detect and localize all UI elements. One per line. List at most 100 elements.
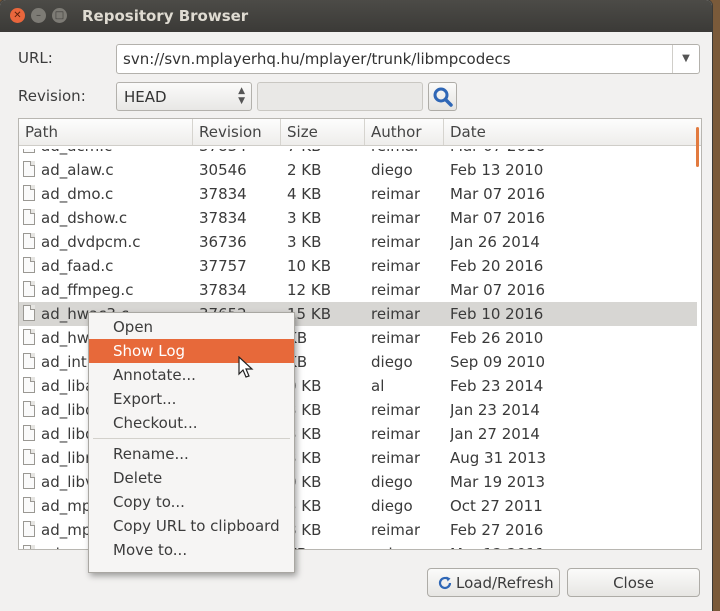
file-icon bbox=[23, 521, 35, 537]
cell-date: Aug 31 2013 bbox=[450, 449, 547, 467]
menu-item-copy-url-to-clipboard[interactable]: Copy URL to clipboard bbox=[89, 514, 294, 538]
menu-item-annotate[interactable]: Annotate... bbox=[89, 363, 294, 387]
title-bar[interactable]: ✕ – □ Repository Browser bbox=[0, 0, 712, 32]
close-window-icon[interactable]: ✕ bbox=[10, 8, 25, 23]
cell-path: ad_dmo.c bbox=[41, 185, 114, 203]
cell-size: 3 KB bbox=[287, 233, 322, 251]
cell-date: Jan 26 2014 bbox=[450, 233, 540, 251]
menu-item-export[interactable]: Export... bbox=[89, 387, 294, 411]
menu-item-checkout[interactable]: Checkout... bbox=[89, 411, 294, 435]
cell-author: reimar bbox=[371, 281, 421, 299]
cell-date: Jan 23 2014 bbox=[450, 401, 540, 419]
cell-path: ad_libv bbox=[41, 473, 94, 491]
file-icon bbox=[23, 329, 35, 345]
cell-revision: 37757 bbox=[199, 257, 247, 275]
maximize-window-icon[interactable]: □ bbox=[52, 8, 67, 23]
column-header-revision[interactable]: Revision bbox=[193, 119, 281, 145]
file-icon bbox=[23, 281, 35, 297]
cell-author: diego bbox=[371, 473, 413, 491]
cell-revision: 30546 bbox=[199, 161, 247, 179]
cell-date: Oct 27 2011 bbox=[450, 497, 543, 515]
context-menu: Open Show Log Annotate... Export... Checkout… bbox=[88, 312, 295, 573]
file-icon bbox=[23, 545, 35, 549]
menu-item-rename[interactable]: Rename... bbox=[89, 442, 294, 466]
cell-date: Mar 19 2013 bbox=[450, 473, 546, 491]
table-row[interactable]: ad_faad.c 37757 10 KB reimar Feb 20 2016 bbox=[19, 254, 697, 278]
cell-author: reimar bbox=[371, 185, 421, 203]
close-button[interactable]: Close bbox=[567, 568, 700, 597]
cell-author: reimar bbox=[371, 305, 421, 323]
menu-item-copy-to[interactable]: Copy to... bbox=[89, 490, 294, 514]
cell-size: 4 KB bbox=[287, 185, 322, 203]
cell-author: reimar bbox=[371, 449, 421, 467]
window-title: Repository Browser bbox=[82, 7, 249, 25]
list-header: Path Revision Size Author Date bbox=[19, 119, 701, 146]
file-icon bbox=[23, 401, 35, 417]
file-icon bbox=[23, 161, 35, 177]
cell-revision: 37834 bbox=[199, 281, 247, 299]
cell-path: ad_liba bbox=[41, 377, 95, 395]
cell-date: Jan 27 2014 bbox=[450, 425, 540, 443]
url-label: URL: bbox=[18, 49, 53, 67]
menu-item-delete[interactable]: Delete bbox=[89, 466, 294, 490]
menu-item-open[interactable]: Open bbox=[89, 315, 294, 339]
file-icon bbox=[23, 305, 35, 321]
cell-author: diego bbox=[371, 353, 413, 371]
file-icon bbox=[23, 449, 35, 465]
cell-path: ad_mp bbox=[41, 497, 92, 515]
cell-path: ad_mp bbox=[41, 521, 92, 539]
revision-select[interactable]: HEAD ▲ ▼ bbox=[116, 82, 252, 111]
cell-date: Feb 20 2016 bbox=[450, 257, 544, 275]
url-combobox[interactable]: svn://svn.mplayerhq.hu/mplayer/trunk/lib… bbox=[116, 44, 700, 74]
cell-author: reimar bbox=[371, 329, 421, 347]
column-header-author[interactable]: Author bbox=[365, 119, 444, 145]
cell-path: ad_libr bbox=[41, 449, 92, 467]
file-icon bbox=[23, 209, 35, 225]
cell-path: ad_libd bbox=[41, 401, 95, 419]
url-value[interactable]: svn://svn.mplayerhq.hu/mplayer/trunk/lib… bbox=[123, 50, 511, 68]
cell-date: Feb 13 2010 bbox=[450, 161, 544, 179]
menu-item-move-to[interactable]: Move to... bbox=[89, 538, 294, 562]
cell-date: Mar 07 2016 bbox=[450, 209, 546, 227]
minimize-window-icon[interactable]: – bbox=[31, 8, 46, 23]
cell-path: ad_int bbox=[41, 353, 87, 371]
cell-author: reimar bbox=[371, 233, 421, 251]
cell-date: Sep 09 2010 bbox=[450, 353, 546, 371]
column-header-path[interactable]: Path bbox=[19, 119, 193, 145]
table-row[interactable]: ad_dmo.c 37834 4 KB reimar Mar 07 2016 bbox=[19, 182, 697, 206]
revision-number-input[interactable] bbox=[257, 82, 423, 111]
table-row[interactable]: ad_dshow.c 37834 3 KB reimar Mar 07 2016 bbox=[19, 206, 697, 230]
column-header-size[interactable]: Size bbox=[281, 119, 365, 145]
cell-size: 2 KB bbox=[287, 161, 322, 179]
cell-size: 3 KB bbox=[287, 209, 322, 227]
cell-author: al bbox=[371, 377, 385, 395]
table-row[interactable]: ad_ffmpeg.c 37834 12 KB reimar Mar 07 2016 bbox=[19, 278, 697, 302]
load-refresh-label: Load/Refresh bbox=[456, 574, 554, 592]
file-icon bbox=[23, 233, 35, 249]
cell-date: Feb 23 2014 bbox=[450, 377, 544, 395]
load-refresh-button[interactable]: Load/Refresh bbox=[427, 568, 560, 597]
cell-path: ad_dshow.c bbox=[41, 209, 128, 227]
cell-revision: 37834 bbox=[199, 209, 247, 227]
cell-path: ad_ffmpeg.c bbox=[41, 281, 134, 299]
cell-date: Feb 26 2010 bbox=[450, 329, 544, 347]
column-header-date[interactable]: Date bbox=[444, 119, 701, 145]
cell-path: ad_dvdpcm.c bbox=[41, 233, 141, 251]
search-revision-button[interactable] bbox=[428, 82, 457, 111]
table-row[interactable]: ad_dvdpcm.c 36736 3 KB reimar Jan 26 2014 bbox=[19, 230, 697, 254]
menu-item-show-log[interactable]: Show Log bbox=[89, 339, 294, 363]
revision-value: HEAD bbox=[124, 88, 167, 106]
cell-date: Feb 10 2016 bbox=[450, 305, 544, 323]
cell-date: Mar 07 2016 bbox=[450, 185, 546, 203]
cell-revision: 36736 bbox=[199, 233, 247, 251]
table-row[interactable]: ad_alaw.c 30546 2 KB diego Feb 13 2010 bbox=[19, 158, 697, 182]
cell-author: reimar bbox=[371, 257, 421, 275]
file-icon bbox=[23, 257, 35, 273]
menu-separator bbox=[93, 438, 290, 439]
cell-date: Feb 27 2016 bbox=[450, 521, 544, 539]
scrollbar-thumb[interactable] bbox=[696, 127, 699, 167]
cell-path: ad_faad.c bbox=[41, 257, 114, 275]
cell-author: cehoyos bbox=[371, 542, 433, 549]
chevron-down-icon[interactable]: ▼ bbox=[672, 45, 699, 73]
file-icon bbox=[23, 353, 35, 369]
